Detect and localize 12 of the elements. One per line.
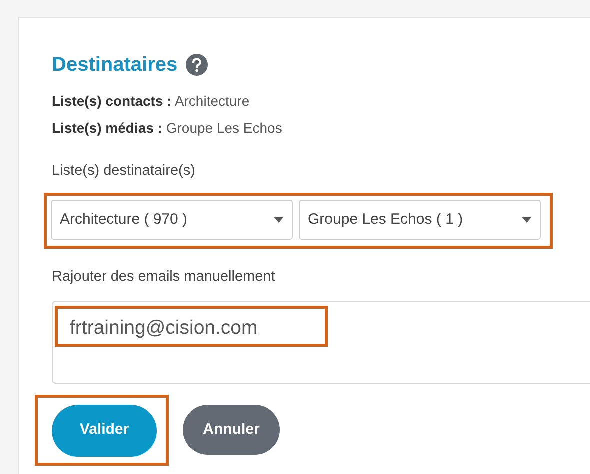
caret-icon [522,216,532,223]
button[interactable]: Annuler [183,405,280,456]
dropdown[interactable]: Architecture ( 970 ) [51,200,293,240]
section-title: Destinataires [52,53,178,78]
summary-line: Liste(s) médias : Groupe Les Echos [52,118,284,138]
caret-icon [274,216,284,223]
field-label: Rajouter des emails manuellement [52,268,276,287]
summary-line: Liste(s) contacts : Architecture [52,92,251,111]
dropdown[interactable]: Groupe Les Echos ( 1 ) [299,200,541,240]
email-field[interactable]: frtraining@cision.com [52,300,590,384]
field-label: Liste(s) destinataire(s) [52,162,196,182]
help-icon[interactable] [186,54,208,76]
